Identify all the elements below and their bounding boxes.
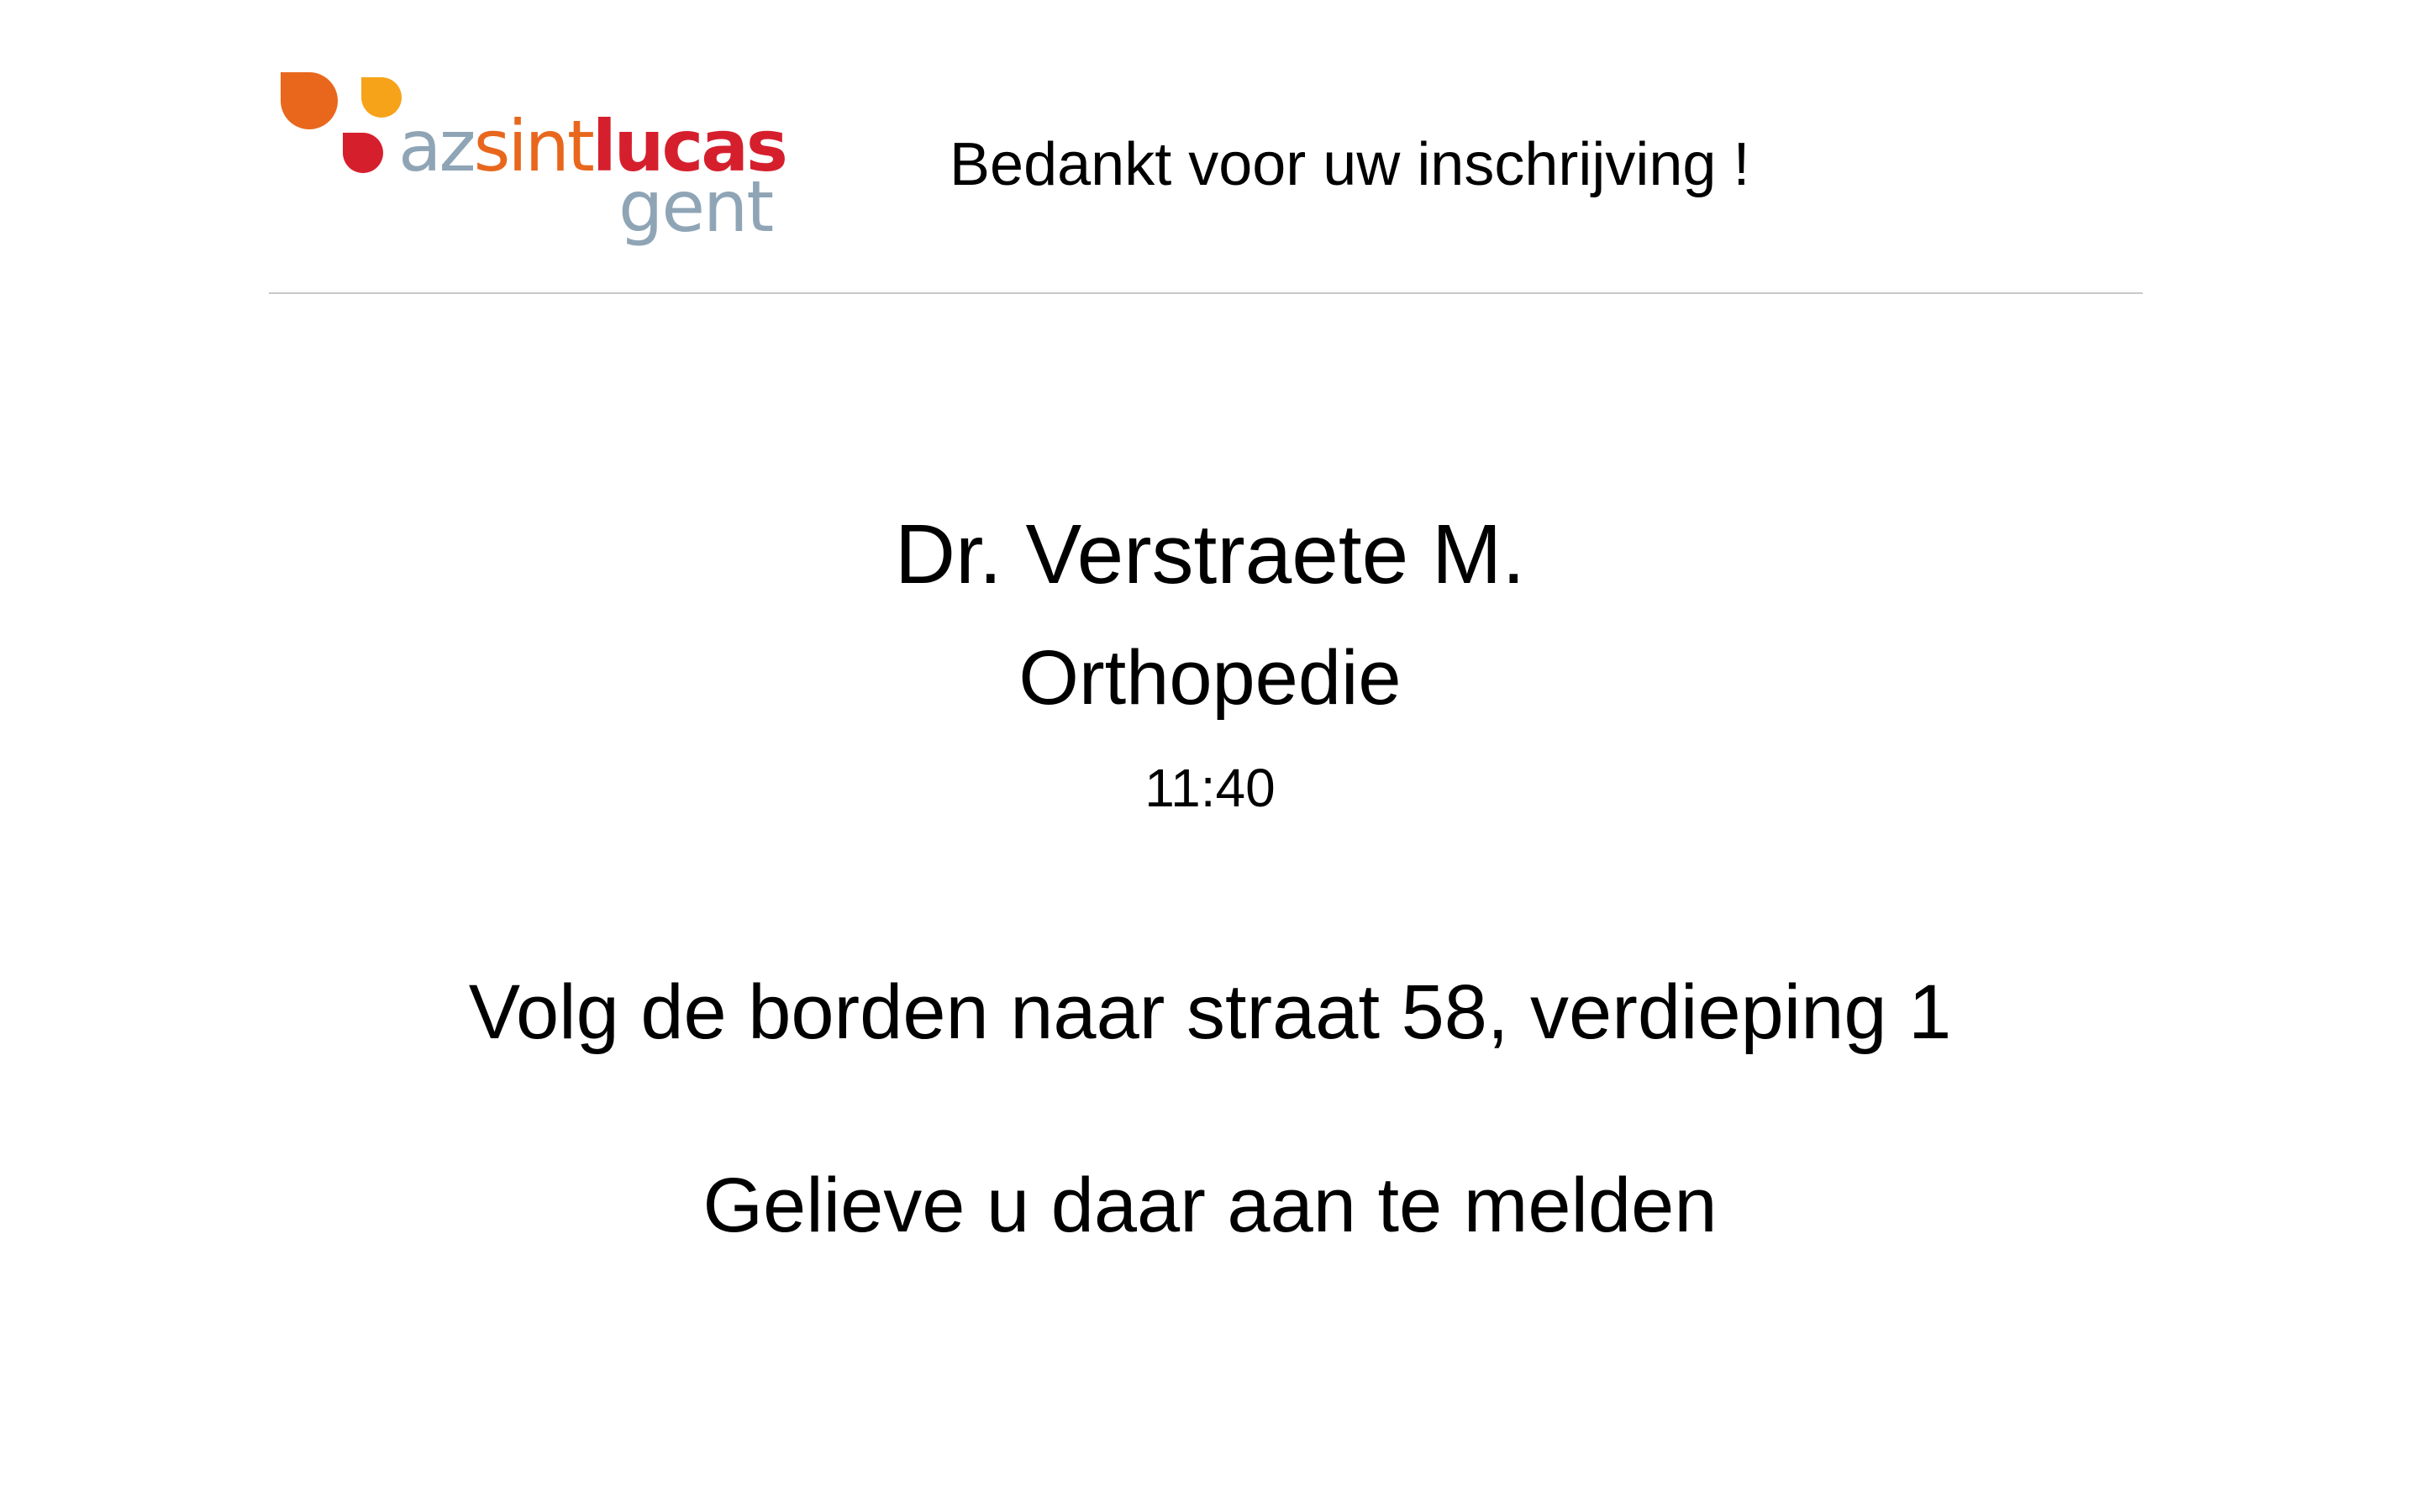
appointment-time: 11:40 [1144, 758, 1276, 818]
registration-confirmation-screen: azsintlucas gent Bedankt voor uw inschri… [0, 0, 2420, 1512]
department-name: Orthopedie [1018, 635, 1402, 721]
logo-word-city: gent [618, 165, 774, 248]
hospital-logo: azsintlucas gent [281, 72, 788, 249]
confirmation-title: Bedankt voor uw inschrijving ! [950, 131, 1750, 198]
header-divider [269, 292, 2143, 294]
logo-word-az: az [398, 105, 476, 187]
logo-mark-icon [281, 72, 402, 173]
report-instruction-text: Gelieve u daar aan te melden [702, 1163, 1718, 1248]
directions-text: Volg de borden naar straat 58, verdiepin… [468, 969, 1952, 1055]
doctor-name: Dr. Verstraete M. [894, 507, 1526, 601]
logo-word-sint: sint [473, 105, 595, 187]
